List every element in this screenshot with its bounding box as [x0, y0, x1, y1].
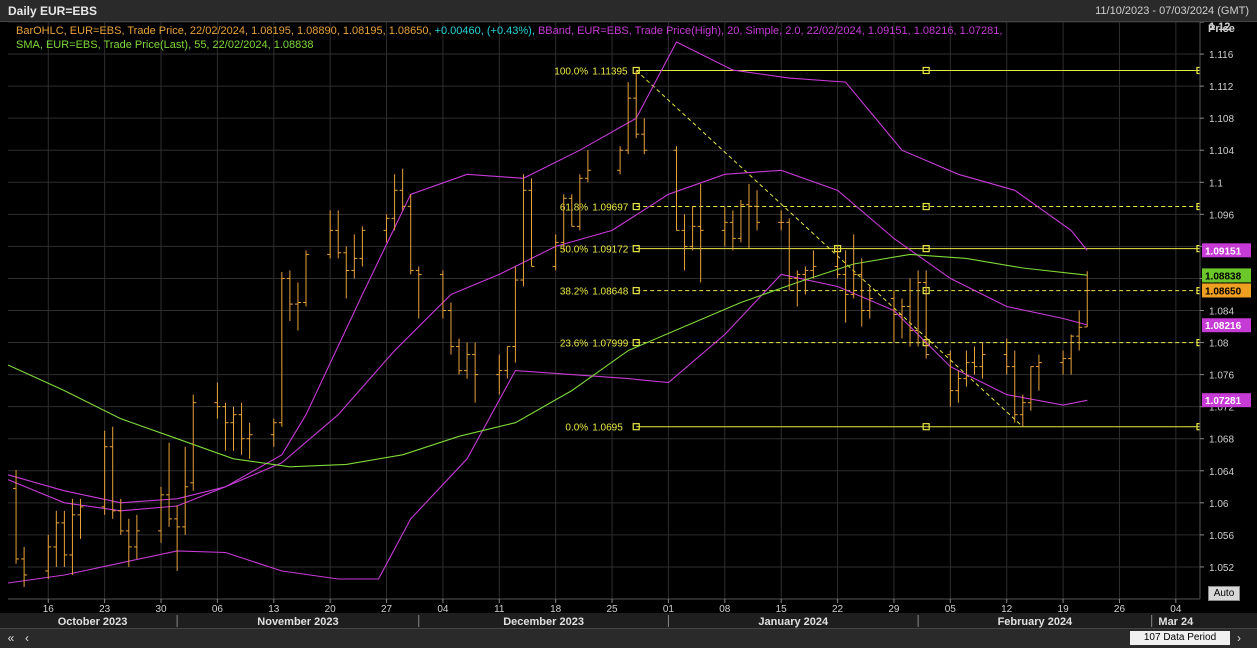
footer-bar: « ‹ › 107 Data Period: [0, 628, 1257, 648]
price-tick-label: 1.112: [1209, 82, 1234, 93]
price-tick-label: 1.104: [1209, 146, 1234, 157]
data-period-selector[interactable]: 107 Data Period: [1130, 631, 1230, 645]
month-label: February 2024: [998, 616, 1073, 628]
fib-level-percent: 38.2%: [560, 287, 588, 298]
title-bar: Daily EUR=EBS 11/10/2023 - 07/03/2024 (G…: [0, 0, 1257, 22]
legend-text: BBand, EUR=EBS, Trade Price(High), 20, S…: [535, 25, 1003, 37]
fib-level-value: 1.0695: [592, 423, 623, 434]
fib-level-value: 1.08648: [592, 287, 629, 298]
price-tick-label: 1.076: [1209, 371, 1234, 382]
legend-text: SMA, EUR=EBS, Trade Price(Last), 55, 22/…: [16, 39, 313, 51]
legend-line: SMA, EUR=EBS, Trade Price(Last), 55, 22/…: [16, 39, 313, 51]
month-label: December 2023: [503, 616, 584, 628]
price-tick-label: 1.084: [1209, 307, 1234, 318]
price-tag-label: 1.07281: [1205, 396, 1242, 407]
auto-scale-button[interactable]: Auto: [1208, 586, 1240, 601]
date-range: 11/10/2023 - 07/03/2024 (GMT): [1095, 5, 1249, 17]
price-tick-label: 1.064: [1209, 467, 1234, 478]
scroll-first-icon[interactable]: «: [4, 631, 18, 645]
chart-title: Daily EUR=EBS: [8, 4, 98, 18]
fib-level-percent: 23.6%: [560, 339, 588, 350]
price-tick-label: 1.08: [1209, 339, 1229, 350]
fib-level-value: 1.09172: [592, 245, 629, 256]
month-label: Mar 24: [1158, 616, 1194, 628]
price-tag-label: 1.08216: [1205, 321, 1242, 332]
price-tag-label: 1.09151: [1205, 246, 1242, 257]
date-axis[interactable]: 16 23 30 06 13 20 27 04 11 18 25 01 08 15 22 29 05 12 19 26…: [0, 598, 1257, 628]
price-tick-label: 1.068: [1209, 435, 1234, 446]
price-tick-label: 1.116: [1209, 50, 1234, 61]
fib-level-value: 1.09697: [592, 203, 629, 214]
price-tick-label: 1.1: [1209, 178, 1223, 189]
month-label: November 2023: [257, 616, 338, 628]
price-tick-label: 1.096: [1209, 210, 1234, 221]
price-tick-label: 1.12: [1209, 22, 1230, 33]
fib-level-percent: 100.0%: [554, 66, 588, 77]
fib-level-value: 1.07999: [592, 339, 629, 350]
legend-line: BarOHLC, EUR=EBS, Trade Price, 22/02/202…: [16, 25, 1002, 37]
price-tag-label: 1.08838: [1205, 271, 1242, 282]
month-label: January 2024: [758, 616, 829, 628]
price-tick-label: 1.052: [1209, 563, 1234, 574]
fib-level-value: 1.11395: [592, 66, 628, 77]
scroll-left-icon[interactable]: ‹: [20, 631, 34, 645]
scroll-right-icon[interactable]: ›: [1232, 631, 1246, 645]
price-tick-label: 1.056: [1209, 531, 1234, 542]
fib-level-percent: 0.0%: [565, 423, 588, 434]
month-label: October 2023: [58, 616, 128, 628]
legend-text: BarOHLC, EUR=EBS, Trade Price, 22/02/202…: [16, 25, 432, 37]
price-chart[interactable]: BarOHLC, EUR=EBS, Trade Price, 22/02/202…: [0, 22, 1257, 628]
price-tick-label: 1.108: [1209, 114, 1234, 125]
legend-text: +0.00460, (+0.43%),: [432, 25, 535, 37]
price-tag-label: 1.08650: [1205, 286, 1242, 297]
price-tick-label: 1.06: [1209, 499, 1229, 510]
